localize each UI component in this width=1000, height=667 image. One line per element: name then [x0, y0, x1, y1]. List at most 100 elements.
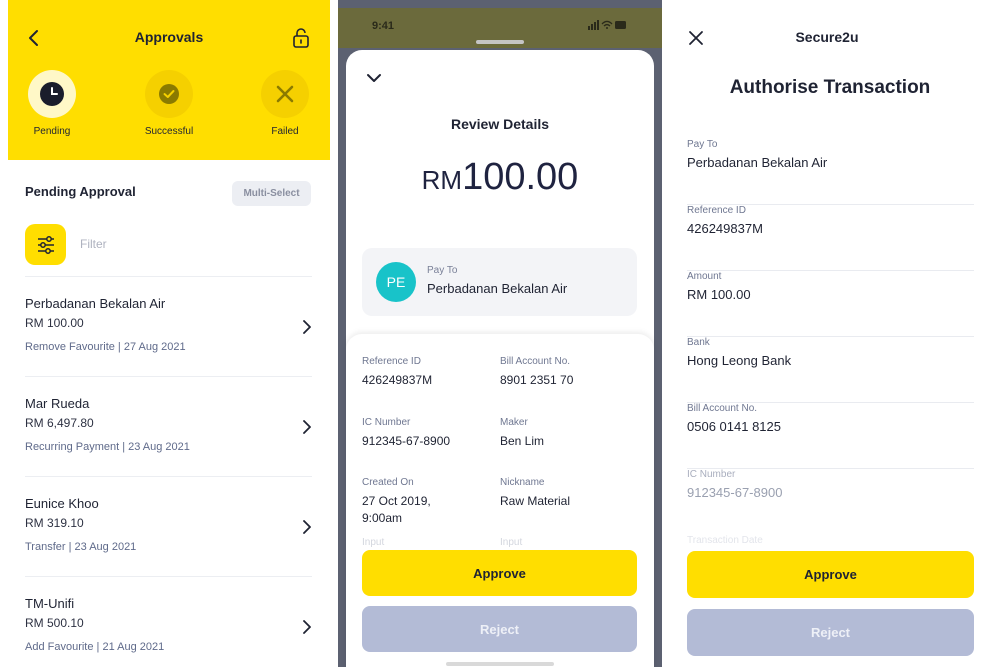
list-item[interactable]: Eunice Khoo RM 319.10 Transfer | 23 Aug … — [25, 476, 312, 576]
item-name: Mar Rueda — [25, 396, 90, 411]
secure2u-screen: Secure2u Authorise Transaction Pay To Pe… — [662, 0, 992, 667]
amount-display: RM100.00 — [346, 156, 654, 199]
home-indicator — [446, 662, 554, 666]
item-name: Eunice Khoo — [25, 496, 99, 511]
multi-select-button[interactable]: Multi-Select — [232, 181, 311, 206]
chevron-right-icon — [303, 420, 311, 434]
chevron-down-icon[interactable] — [366, 72, 382, 84]
field-label: Bank — [687, 337, 710, 348]
item-meta: Add Favourite | 21 Aug 2021 — [25, 641, 165, 653]
page-title: Review Details — [450, 116, 550, 132]
status-tab-successful[interactable]: Successful — [129, 70, 209, 137]
filter-button[interactable] — [25, 224, 66, 265]
status-time: 9:41 — [372, 20, 395, 32]
field-bank: Bank Hong Leong Bank — [687, 337, 974, 403]
status-tab-failed[interactable]: Failed — [245, 70, 325, 137]
field-label: Amount — [687, 271, 722, 282]
page-heading: Authorise Transaction — [729, 77, 931, 98]
item-name: Perbadanan Bekalan Air — [25, 296, 166, 311]
field-label: Nickname — [500, 477, 545, 488]
review-sheet: Review Details RM100.00 PE Pay To Perbad… — [346, 50, 654, 667]
list-item[interactable]: Mar Rueda RM 6,497.80 Recurring Payment … — [25, 376, 312, 476]
reject-button[interactable]: Reject — [687, 609, 974, 656]
field-label: Input — [500, 537, 523, 548]
field-created-on: Created On 27 Oct 2019, 9:00am — [362, 477, 502, 527]
item-meta: Remove Favourite | 27 Aug 2021 — [25, 341, 186, 353]
pay-to-card: PE Pay To Perbadanan Bekalan Air — [362, 248, 637, 316]
pay-to-label: Pay To — [427, 265, 458, 276]
field-value: 426249837M — [687, 221, 763, 236]
field-label: Reference ID — [687, 205, 746, 216]
drag-handle[interactable] — [476, 40, 524, 44]
field-label: Bill Account No. — [500, 356, 571, 367]
field-value: 426249837M — [362, 373, 433, 387]
amount-currency: RM — [421, 165, 463, 195]
status-tab-pending[interactable]: Pending — [12, 70, 92, 137]
field-bill-account: Bill Account No. 0506 0141 8125 — [687, 403, 974, 469]
signal-wifi-battery-icon — [588, 20, 628, 33]
status-label: Failed — [271, 126, 299, 137]
field-value: 912345-67-8900 — [687, 485, 783, 500]
field-value: Ben Lim — [500, 434, 545, 448]
field-label: IC Number — [362, 417, 411, 428]
field-value: RM 100.00 — [687, 287, 751, 302]
field-value: Perbadanan Bekalan Air — [687, 155, 828, 170]
field-pay-to: Pay To Perbadanan Bekalan Air — [687, 139, 974, 205]
field-label: Reference ID — [362, 356, 421, 367]
review-details-screen: 9:41 Review Details RM100.00 PE Pay To P… — [338, 0, 662, 667]
field-input: Input — [362, 537, 502, 548]
field-reference-id: Reference ID 426249837M — [687, 205, 974, 271]
field-label: IC Number — [687, 469, 736, 480]
approve-button[interactable]: Approve — [687, 551, 974, 598]
status-successful-circle — [145, 70, 193, 118]
item-amount: RM 6,497.80 — [25, 416, 94, 430]
field-amount: Amount RM 100.00 — [687, 271, 974, 337]
field-ic-number: IC Number 912345-67-8900 — [687, 469, 974, 535]
chevron-right-icon — [303, 620, 311, 634]
sliders-icon — [37, 235, 54, 254]
field-value: Raw Material — [500, 494, 571, 508]
page-title: Approvals — [134, 29, 204, 45]
status-failed-circle — [261, 70, 309, 118]
filter-label[interactable]: Filter — [80, 237, 107, 251]
page-title: Secure2u — [795, 29, 859, 45]
field-label: Bill Account No. — [687, 403, 758, 414]
field-maker: Maker Ben Lim — [500, 417, 640, 450]
status-label: Pending — [33, 126, 71, 137]
approve-button[interactable]: Approve — [362, 550, 637, 596]
lock-icon[interactable] — [292, 28, 310, 48]
item-meta: Recurring Payment | 23 Aug 2021 — [25, 441, 190, 453]
field-label: Transaction Date — [687, 535, 763, 546]
field-value: Hong Leong Bank — [687, 353, 792, 368]
field-bill-account: Bill Account No. 8901 2351 70 — [500, 356, 640, 389]
field-ic-number: IC Number 912345-67-8900 — [362, 417, 502, 450]
amount-value: 100.00 — [462, 156, 579, 198]
status-pending-circle — [28, 70, 76, 118]
field-reference-id: Reference ID 426249837M — [362, 356, 502, 389]
field-label: Maker — [500, 417, 528, 428]
chevron-right-icon — [303, 520, 311, 534]
avatar: PE — [376, 262, 416, 302]
list-item[interactable]: TM-Unifi RM 500.10 Add Favourite | 21 Au… — [25, 576, 312, 667]
approvals-screen: Approvals Pending Successful Failed Pend… — [8, 0, 330, 667]
field-value: 0506 0141 8125 — [687, 419, 781, 434]
item-name: TM-Unifi — [25, 596, 75, 611]
item-amount: RM 100.00 — [25, 316, 84, 330]
reject-button[interactable]: Reject — [362, 606, 637, 652]
field-label: Pay To — [687, 139, 718, 150]
section-title: Pending Approval — [25, 184, 136, 199]
field-value: 8901 2351 70 — [500, 373, 574, 387]
field-value: 27 Oct 2019, 9:00am — [362, 494, 431, 525]
field-input: Input — [500, 537, 640, 548]
clock-icon — [40, 82, 64, 106]
approvals-header: Approvals Pending Successful Failed — [8, 0, 330, 160]
field-nickname: Nickname Raw Material — [500, 477, 640, 510]
pay-to-value: Perbadanan Bekalan Air — [427, 281, 568, 296]
field-label: Input — [362, 537, 385, 548]
chevron-right-icon — [303, 320, 311, 334]
item-amount: RM 319.10 — [25, 516, 84, 530]
item-amount: RM 500.10 — [25, 616, 84, 630]
cross-icon — [276, 85, 294, 103]
field-label: Created On — [362, 477, 414, 488]
list-item[interactable]: Perbadanan Bekalan Air RM 100.00 Remove … — [25, 276, 312, 376]
